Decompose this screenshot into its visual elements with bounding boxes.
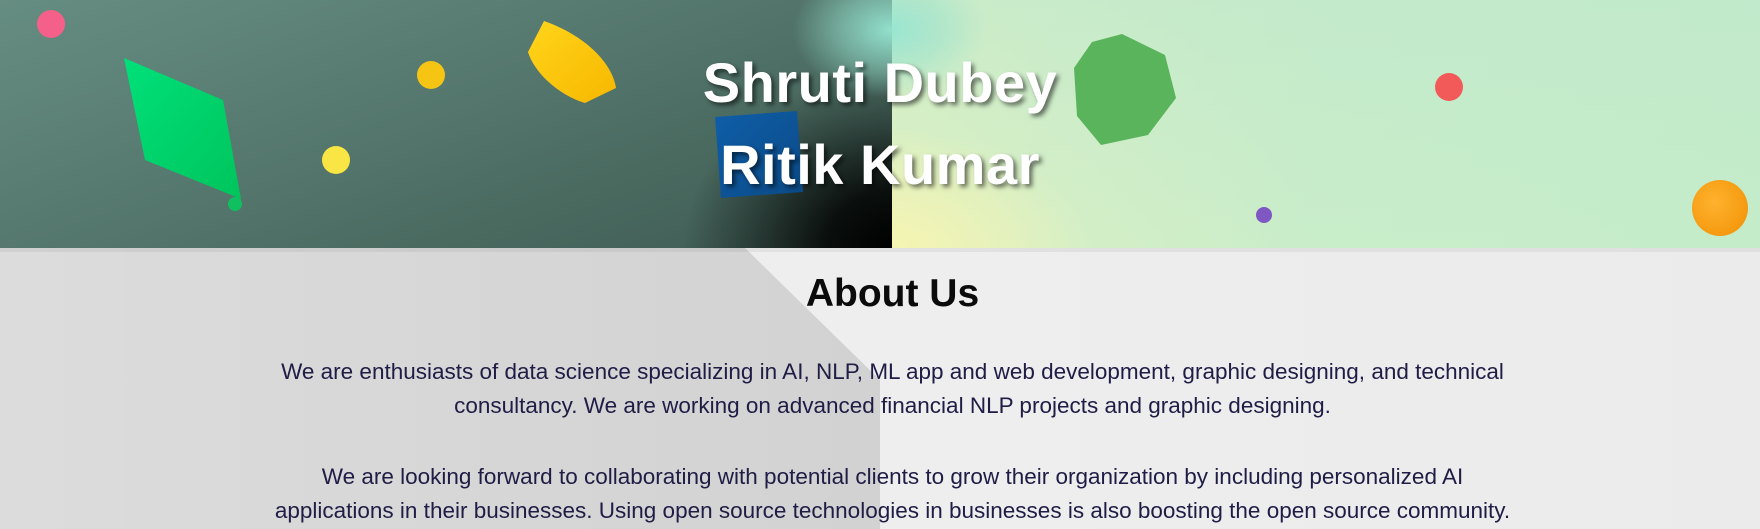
about-section: About Us We are enthusiasts of data scie… <box>0 248 1760 529</box>
hero-name-1: Shruti Dubey <box>702 51 1058 114</box>
pink-dot <box>37 10 65 38</box>
purple-dot <box>1256 207 1272 223</box>
about-paragraph-2: We are looking forward to collaborating … <box>274 464 1511 523</box>
hero-names: Shruti Dubey Ritik Kumar <box>0 42 1760 206</box>
hero-name-2: Ritik Kumar <box>720 133 1040 196</box>
about-title: About Us <box>805 272 980 315</box>
about-paragraph-1: We are enthusiasts of data science speci… <box>281 359 1504 418</box>
hero-banner: Shruti Dubey Ritik Kumar <box>0 0 1760 248</box>
